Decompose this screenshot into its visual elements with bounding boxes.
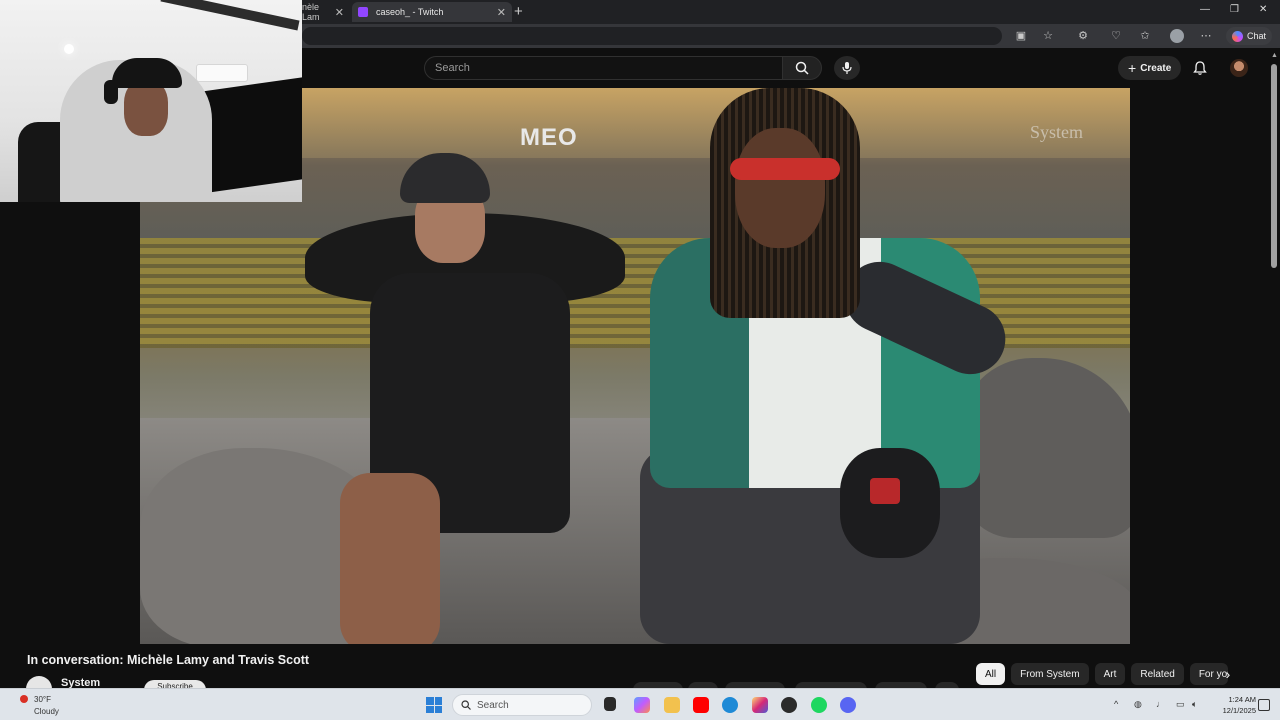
instagram-icon[interactable]	[752, 697, 768, 713]
windows-taskbar: 30°F Cloudy Search ^ ◍ ♩ ▭ 🔈︎ 1:24 AM 12…	[0, 688, 1280, 720]
app-available-icon[interactable]: ▣	[1013, 28, 1029, 44]
favorite-star-icon[interactable]: ☆	[1040, 28, 1056, 44]
favorites-icon[interactable]: ✩	[1137, 28, 1153, 44]
chip-related[interactable]: Related	[1131, 663, 1184, 685]
maximize-icon[interactable]: ❐	[1230, 4, 1239, 15]
twitch-icon	[358, 7, 368, 17]
windows-start-icon[interactable]	[426, 697, 442, 713]
search-button[interactable]	[782, 56, 822, 80]
search-placeholder: Search	[435, 62, 470, 74]
copilot-app-icon[interactable]	[634, 697, 650, 713]
browser-tab[interactable]: nèle Lam ✕	[302, 2, 350, 22]
system-clock[interactable]: 1:24 AM 12/1/2025	[1212, 694, 1256, 716]
search-input[interactable]: Search	[424, 56, 782, 80]
close-tab-icon[interactable]: ✕	[497, 6, 506, 19]
chip-from-system[interactable]: From System	[1011, 663, 1089, 685]
close-icon[interactable]: ✕	[1259, 4, 1267, 15]
scrollbar-thumb[interactable]	[1271, 64, 1277, 268]
create-label: Create	[1140, 62, 1172, 74]
weather-badge-icon	[20, 695, 28, 703]
webcam-overlay	[0, 0, 302, 202]
tab-title: caseoh_ - Twitch	[376, 7, 444, 17]
tray-app-icon[interactable]: ◍	[1134, 699, 1142, 710]
edge-browser-icon[interactable]	[722, 697, 738, 713]
person-right	[630, 88, 1020, 644]
more-options-icon[interactable]: ⋯	[1198, 28, 1214, 44]
search-icon	[461, 700, 471, 710]
microphone-icon[interactable]: ♩	[1156, 699, 1165, 709]
browser-tab-active[interactable]: caseoh_ - Twitch ✕	[352, 2, 512, 22]
video-watermark: System	[1030, 122, 1084, 142]
file-explorer-icon[interactable]	[664, 697, 680, 713]
task-view-icon[interactable]	[604, 697, 616, 711]
copilot-chat-button[interactable]: Chat	[1226, 27, 1273, 45]
account-avatar[interactable]	[1230, 59, 1248, 77]
weather-temperature: 30°F	[34, 695, 51, 704]
create-button[interactable]: + Create	[1118, 56, 1182, 80]
person-left	[305, 153, 625, 644]
microphone-icon	[842, 62, 852, 74]
plus-icon: +	[1128, 60, 1137, 76]
weather-condition: Cloudy	[34, 707, 59, 716]
network-icon[interactable]: ▭	[1176, 699, 1185, 710]
chip-all[interactable]: All	[976, 663, 1006, 685]
close-tab-icon[interactable]: ✕	[335, 6, 344, 19]
arena-signage: MEO	[520, 124, 578, 151]
taskbar-search[interactable]: Search	[452, 694, 592, 716]
chip-art[interactable]: Art	[1094, 663, 1126, 685]
scroll-up-icon[interactable]: ▲	[1271, 52, 1278, 59]
search-icon	[795, 61, 809, 75]
clock-time: 1:24 AM	[1228, 695, 1256, 704]
youtube-app-icon[interactable]	[693, 697, 709, 713]
voice-search-button[interactable]	[834, 56, 860, 80]
taskbar-search-label: Search	[477, 699, 509, 711]
tab-title: nèle Lam	[302, 2, 320, 22]
profile-avatar[interactable]	[1170, 29, 1184, 43]
chevron-up-icon[interactable]: ^	[1114, 699, 1118, 709]
copilot-icon	[1232, 30, 1243, 42]
clock-date: 12/1/2025	[1222, 706, 1256, 715]
chevron-right-icon[interactable]: ›	[1220, 666, 1236, 682]
steam-icon[interactable]	[781, 697, 797, 713]
extensions-icon[interactable]: ⚙	[1075, 28, 1091, 44]
new-tab-button[interactable]: +	[514, 3, 523, 20]
bell-icon[interactable]	[1192, 60, 1208, 76]
chat-label: Chat	[1247, 31, 1267, 41]
address-bar[interactable]	[302, 27, 1002, 45]
recommendation-chips: All From System Art Related For you	[976, 663, 1228, 685]
spotify-icon[interactable]	[811, 697, 827, 713]
browser-essentials-icon[interactable]: ♡	[1108, 28, 1124, 44]
discord-icon[interactable]	[840, 697, 856, 713]
volume-icon[interactable]: 🔈︎	[1192, 699, 1197, 710]
notifications-icon[interactable]	[1258, 699, 1270, 711]
minimize-icon[interactable]: —	[1200, 4, 1210, 15]
video-title: In conversation: Michèle Lamy and Travis…	[27, 653, 310, 667]
